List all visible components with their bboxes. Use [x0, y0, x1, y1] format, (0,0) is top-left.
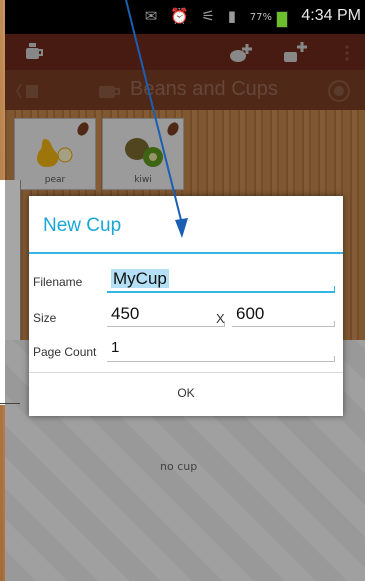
status-time: 4:34 PM — [301, 7, 361, 24]
height-field[interactable]: 600 — [232, 302, 335, 327]
size-label: Size — [33, 311, 57, 325]
dialog-title-divider — [29, 252, 343, 254]
battery-percent: 77% — [249, 12, 272, 23]
status-bar: ✉ ⏰ ⚟ ▮ 77% 4:34 PM — [5, 0, 365, 34]
height-value: 600 — [236, 304, 265, 323]
page-count-value: 1 — [111, 339, 120, 356]
status-icons: ✉ ⏰ ⚟ ▮ — [144, 7, 240, 25]
filename-label: Filename — [33, 275, 83, 289]
ok-button[interactable]: OK — [29, 373, 343, 416]
page-count-label: Page Count — [33, 345, 97, 359]
width-value: 450 — [111, 304, 140, 323]
dialog-title: New Cup — [43, 215, 122, 236]
new-cup-dialog: New Cup Filename MyCup Size 450 X 600 Pa… — [29, 196, 343, 416]
width-field[interactable]: 450 — [107, 302, 225, 327]
battery-icon — [276, 11, 288, 28]
panel-border — [0, 403, 20, 404]
size-separator: X — [216, 311, 225, 326]
page-count-field[interactable]: 1 — [107, 337, 335, 362]
filename-value: MyCup — [111, 269, 169, 288]
filename-field[interactable]: MyCup — [107, 267, 335, 293]
